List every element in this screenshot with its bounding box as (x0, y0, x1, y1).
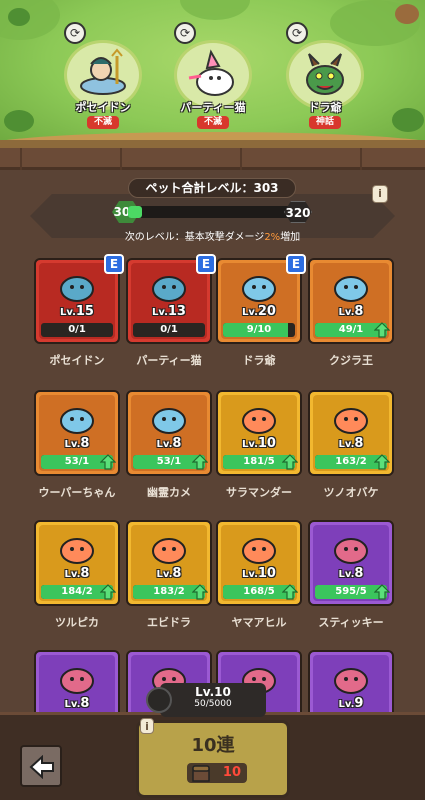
upgrade-arrow-icon (282, 584, 298, 600)
pet-sprite (334, 538, 368, 564)
wood-divider (0, 148, 425, 170)
pet-card[interactable]: Lv.8 49/1 (308, 258, 394, 344)
team-slot-name: ドラ爺 (308, 101, 342, 114)
pet-card[interactable]: Lv.10 168/5 (216, 520, 302, 606)
upgrade-arrow-icon (374, 454, 390, 470)
gacha-level-panel: Lv.10 50/5000 (146, 683, 266, 717)
pet-level: Lv.8 (338, 436, 364, 451)
pet-level: Lv.20 (242, 304, 276, 319)
team-slot-2[interactable]: ⟳ パーティー猫 不滅 (170, 22, 256, 132)
pet-card[interactable]: Lv.8 184/2 (34, 520, 120, 606)
team-slot-name: ポセイドン (75, 101, 131, 114)
upgrade-arrow-icon (282, 454, 298, 470)
pet-name: ツノオバケ (323, 486, 379, 499)
pet-sprite (242, 276, 276, 302)
gacha-level-icon (146, 687, 172, 713)
pet-level-progress (128, 206, 298, 218)
dora-jii-sprite (306, 53, 344, 95)
upgrade-arrow-icon (100, 454, 116, 470)
equipped-badge: E (196, 254, 216, 274)
team-garden: ⟳ ポセイドン 不滅 ⟳ パーティー猫 不滅 ⟳ ドラ爺 神話 (0, 0, 425, 148)
pet-total-level-title: ペット合計レベル：303 (128, 178, 296, 198)
upgrade-arrow-icon (192, 584, 208, 600)
pet-card[interactable]: Lv.8 163/2 (308, 390, 394, 476)
pet-name: クジラ王 (329, 354, 373, 367)
chest-key-icon (192, 765, 210, 782)
pet-card[interactable]: Lv.20 9/10 E (216, 254, 306, 344)
info-icon[interactable]: i (372, 185, 388, 203)
next-level-bonus: 次のレベル：基本攻撃ダメージ2%増加 (124, 232, 301, 243)
poseidon-sprite (80, 48, 126, 95)
pet-card[interactable]: Lv.8 595/5 (308, 520, 394, 606)
pet-sprite (60, 538, 94, 564)
team-slot-1[interactable]: ⟳ ポセイドン 不滅 (60, 22, 146, 132)
swap-icon[interactable]: ⟳ (286, 22, 308, 44)
pet-card[interactable]: Lv.10 181/5 (216, 390, 302, 476)
gacha-10-label: 10連 (191, 735, 235, 756)
gacha-exp: 50/5000 (194, 699, 232, 709)
pet-sprite (334, 408, 368, 434)
pet-sprite (60, 668, 94, 694)
pet-level: Lv.8 (338, 304, 364, 319)
equipped-badge: E (286, 254, 306, 274)
pet-sprite (60, 276, 94, 302)
party-cat-sprite (188, 49, 234, 96)
pet-level: Lv.15 (60, 304, 94, 319)
back-button[interactable] (20, 745, 62, 787)
pet-level: Lv.8 (64, 566, 90, 581)
gacha-level: Lv.10 (195, 685, 231, 699)
upgrade-arrow-icon (374, 322, 390, 338)
equipped-badge: E (104, 254, 124, 274)
rarity-tag: 不滅 (197, 116, 229, 129)
rarity-tag: 神話 (309, 116, 341, 129)
pet-sprite (60, 408, 94, 434)
pet-sprite (334, 276, 368, 302)
gacha-info-icon[interactable]: i (140, 718, 154, 734)
pet-card[interactable]: Lv.13 0/1 E (126, 254, 216, 344)
pet-level: Lv.13 (152, 304, 186, 319)
pet-card[interactable]: Lv.8 53/1 (34, 390, 120, 476)
pet-shard-progress: 9/10 (223, 323, 295, 337)
rarity-tag: 不滅 (87, 116, 119, 129)
swap-icon[interactable]: ⟳ (64, 22, 86, 44)
pet-sprite (152, 276, 186, 302)
pet-sprite (152, 538, 186, 564)
pet-name: スティッキー (318, 616, 384, 629)
pet-level: Lv.9 (338, 696, 364, 711)
pet-level: Lv.8 (338, 566, 364, 581)
upgrade-arrow-icon (100, 584, 116, 600)
team-slot-3[interactable]: ⟳ ドラ爺 神話 (282, 22, 368, 132)
pet-sprite (242, 408, 276, 434)
pet-card[interactable]: Lv.8 53/1 (126, 390, 212, 476)
swap-icon[interactable]: ⟳ (174, 22, 196, 44)
pet-card[interactable]: Lv.8 183/2 (126, 520, 212, 606)
team-slot-name: パーティー猫 (180, 101, 246, 114)
pet-shard-progress: 0/1 (133, 323, 205, 337)
pet-level: Lv.8 (156, 436, 182, 451)
back-arrow-icon (29, 755, 54, 779)
pet-level: Lv.8 (156, 566, 182, 581)
pet-sprite (334, 668, 368, 694)
gacha-10-button[interactable]: 10連 10 (136, 720, 290, 798)
pet-shard-progress: 0/1 (41, 323, 113, 337)
pet-card[interactable]: Lv.15 0/1 E (34, 254, 124, 344)
upgrade-arrow-icon (192, 454, 208, 470)
pet-sprite (152, 408, 186, 434)
pet-level: Lv.8 (64, 436, 90, 451)
upgrade-arrow-icon (374, 584, 390, 600)
pet-total-level-panel: ペット合計レベル：303 300 320 次のレベル：基本攻撃ダメージ2%増加 (30, 176, 395, 246)
pet-level: Lv.10 (242, 436, 276, 451)
pet-level: Lv.10 (242, 566, 276, 581)
pet-sprite (242, 538, 276, 564)
pet-level: Lv.8 (64, 696, 90, 711)
